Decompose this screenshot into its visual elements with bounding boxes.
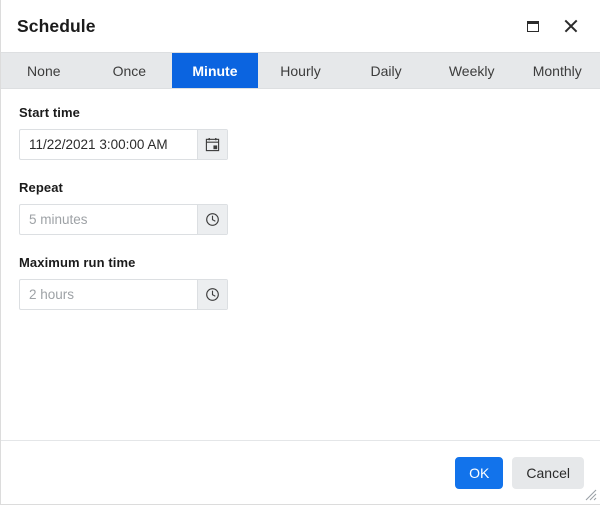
dialog-titlebar: Schedule — [1, 0, 600, 52]
tab-hourly[interactable]: Hourly — [258, 53, 344, 88]
maximum-run-time-input[interactable] — [20, 280, 197, 309]
close-icon — [564, 19, 578, 33]
start-time-calendar-button[interactable] — [197, 130, 227, 159]
repeat-input[interactable] — [20, 205, 197, 234]
schedule-dialog: Schedule None Once Minute Hourly Daily W… — [0, 0, 600, 505]
start-time-field-group: Start time — [19, 105, 582, 160]
clock-icon — [206, 288, 219, 301]
maximum-run-time-label: Maximum run time — [19, 255, 136, 270]
dialog-body: Start time Repeat — [1, 89, 600, 440]
tab-daily[interactable]: Daily — [343, 53, 429, 88]
ok-button[interactable]: OK — [455, 456, 504, 489]
dialog-title: Schedule — [17, 15, 96, 36]
tab-weekly[interactable]: Weekly — [429, 53, 515, 88]
start-time-label: Start time — [19, 105, 80, 120]
calendar-icon — [205, 137, 220, 152]
clock-icon — [206, 213, 219, 226]
repeat-picker — [19, 204, 228, 235]
maximize-button[interactable] — [516, 10, 550, 42]
repeat-label: Repeat — [19, 180, 63, 195]
dialog-footer: OK Cancel — [1, 440, 600, 504]
maximize-icon — [527, 20, 539, 32]
schedule-tabstrip: None Once Minute Hourly Daily Weekly Mon… — [1, 52, 600, 89]
cancel-button[interactable]: Cancel — [512, 456, 584, 489]
repeat-clock-button[interactable] — [197, 205, 227, 234]
window-actions — [516, 10, 588, 42]
tab-once[interactable]: Once — [87, 53, 173, 88]
maximum-run-time-clock-button[interactable] — [197, 280, 227, 309]
close-button[interactable] — [554, 10, 588, 42]
tab-minute[interactable]: Minute — [172, 53, 258, 88]
resize-grip-icon[interactable] — [584, 488, 597, 501]
repeat-field-group: Repeat — [19, 180, 582, 235]
maximum-run-time-picker — [19, 279, 228, 310]
tab-none[interactable]: None — [1, 53, 87, 88]
start-time-picker — [19, 129, 228, 160]
maximum-run-time-field-group: Maximum run time — [19, 255, 582, 310]
start-time-input[interactable] — [20, 130, 197, 159]
tab-monthly[interactable]: Monthly — [514, 53, 600, 88]
